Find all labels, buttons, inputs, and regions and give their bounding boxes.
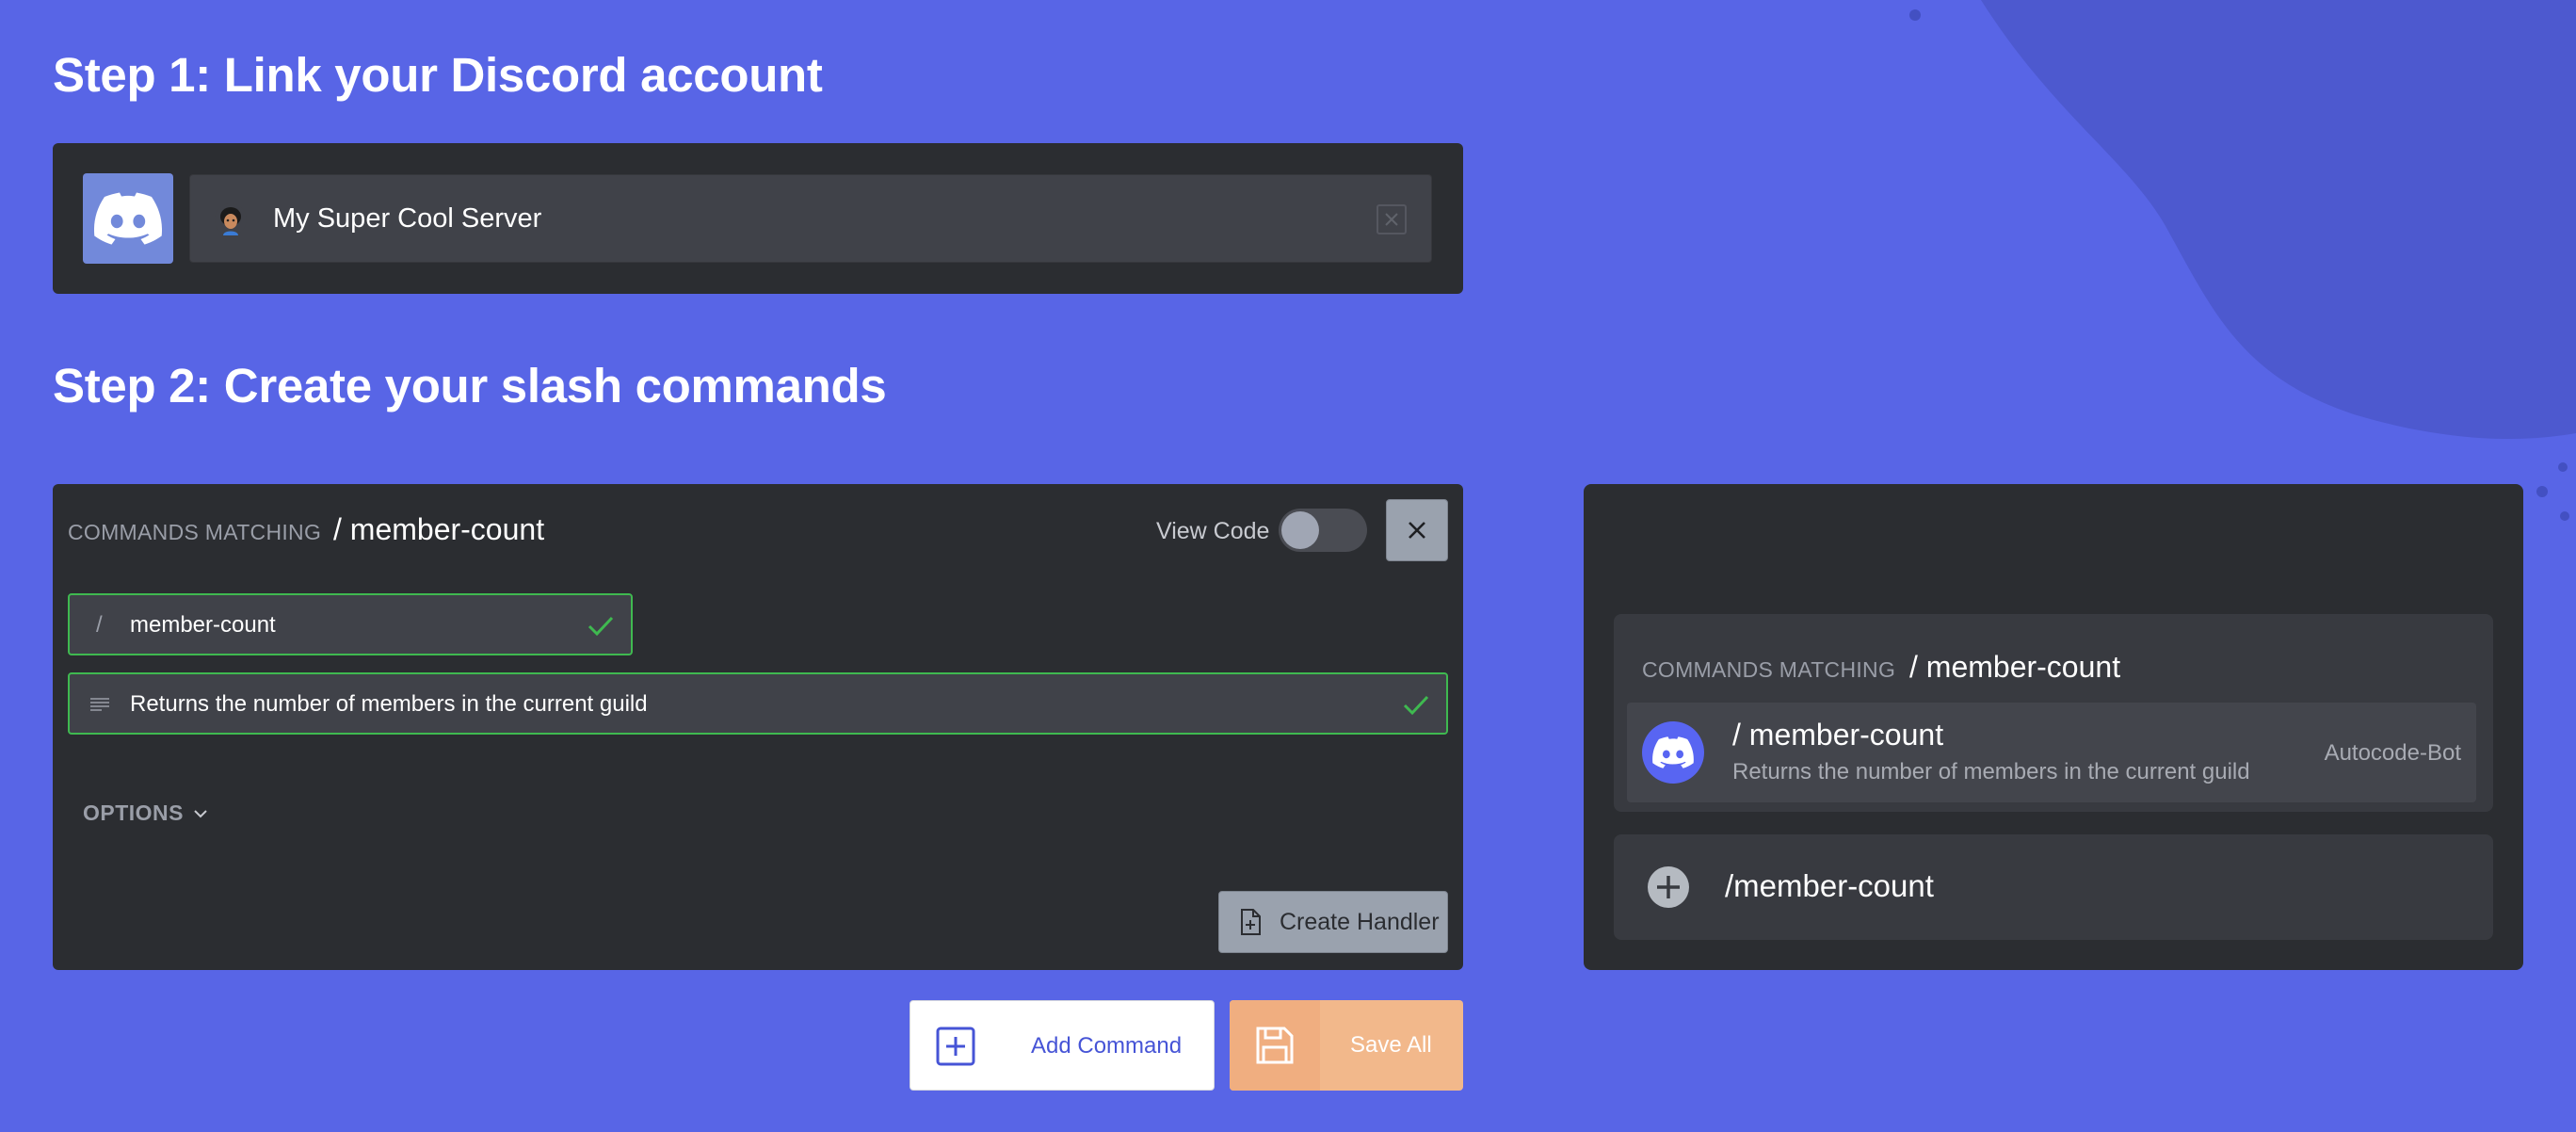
command-description-value: Returns the number of members in the cur… <box>130 691 648 717</box>
check-icon <box>588 616 614 637</box>
discord-icon <box>83 173 173 264</box>
command-name-value: member-count <box>130 612 276 638</box>
save-all-button[interactable]: Save All <box>1230 1000 1463 1091</box>
close-editor-button[interactable] <box>1386 499 1448 561</box>
text-lines-icon <box>90 698 109 711</box>
add-command-button[interactable]: Add Command <box>910 1000 1215 1091</box>
commands-matching-value: / member-count <box>333 512 545 546</box>
server-avatar-icon <box>215 203 247 235</box>
command-editor-panel: COMMANDS MATCHING / member-count View Co… <box>53 484 1463 970</box>
commands-matching-label: COMMANDS MATCHING <box>68 520 322 544</box>
save-all-label: Save All <box>1350 1032 1432 1058</box>
chevron-down-icon <box>194 809 207 817</box>
toggle-knob <box>1281 511 1319 549</box>
preview-commands-matching-value: / member-count <box>1909 650 2121 684</box>
discord-icon <box>1642 721 1704 784</box>
clear-server-button[interactable] <box>1377 204 1407 234</box>
save-icon <box>1256 1027 1294 1064</box>
plus-square-icon <box>936 1027 975 1066</box>
discord-link-panel: My Super Cool Server <box>53 143 1463 294</box>
preview-command-title: / member-count <box>1732 718 1944 752</box>
save-icon-wrap <box>1230 1000 1320 1091</box>
preview-message-input[interactable]: /member-count <box>1614 834 2493 940</box>
close-icon <box>1409 522 1425 539</box>
check-icon <box>1403 695 1429 716</box>
view-code-label: View Code <box>1156 518 1270 544</box>
command-autocomplete-popup: COMMANDS MATCHING / member-count / membe… <box>1614 614 2493 812</box>
discord-preview-panel: COMMANDS MATCHING / member-count / membe… <box>1584 484 2523 970</box>
command-name-input[interactable]: / member-count <box>68 593 633 655</box>
preview-command-item[interactable]: / member-count Returns the number of mem… <box>1627 703 2476 802</box>
preview-command-description: Returns the number of members in the cur… <box>1732 759 2250 784</box>
options-toggle[interactable]: OPTIONS <box>83 800 208 826</box>
create-handler-button[interactable]: Create Handler <box>1218 891 1448 953</box>
preview-input-text: /member-count <box>1725 868 1934 903</box>
step1-heading: Step 1: Link your Discord account <box>53 48 823 102</box>
plus-circle-icon[interactable] <box>1646 865 1691 910</box>
command-description-input[interactable]: Returns the number of members in the cur… <box>68 672 1448 735</box>
file-plus-icon <box>1241 909 1261 935</box>
view-code-toggle[interactable] <box>1279 509 1367 552</box>
add-command-label: Add Command <box>1031 1033 1183 1059</box>
create-handler-label: Create Handler <box>1280 908 1440 935</box>
server-select-field[interactable]: My Super Cool Server <box>189 174 1432 263</box>
step2-heading: Step 2: Create your slash commands <box>53 359 887 412</box>
close-icon <box>1385 213 1398 226</box>
preview-commands-matching-label: COMMANDS MATCHING <box>1642 657 1896 682</box>
server-name: My Super Cool Server <box>273 203 542 234</box>
preview-bot-name: Autocode-Bot <box>2324 740 2461 766</box>
slash-prefix: / <box>96 612 103 638</box>
options-label: OPTIONS <box>83 800 185 825</box>
